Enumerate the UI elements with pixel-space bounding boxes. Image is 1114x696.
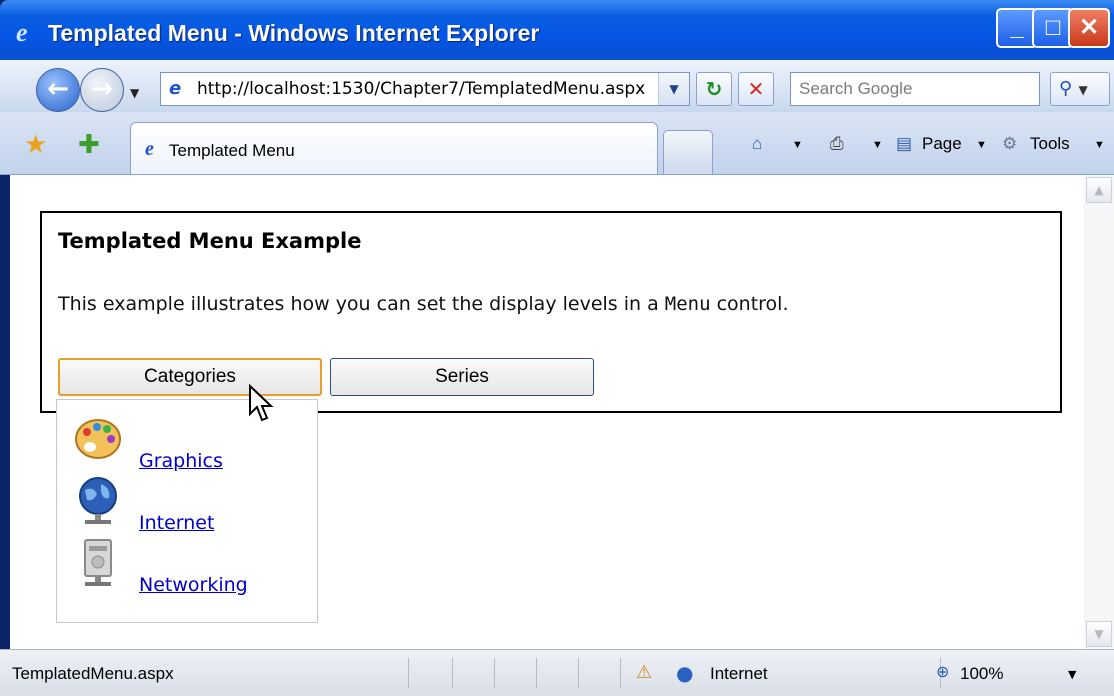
window-title: Templated Menu - Windows Internet Explor… bbox=[48, 20, 540, 46]
menu-item-series[interactable]: Series bbox=[330, 358, 594, 396]
submenu-link-networking[interactable]: Networking bbox=[139, 574, 248, 596]
menu-item-categories[interactable]: Categories bbox=[58, 358, 322, 396]
internet-zone-globe-icon: ● bbox=[676, 661, 694, 685]
home-dropdown-icon[interactable]: ▼ bbox=[792, 139, 803, 151]
ie-logo-icon: e bbox=[16, 18, 28, 47]
scroll-up-button[interactable]: ▲ bbox=[1086, 177, 1112, 203]
security-zone[interactable]: Internet bbox=[710, 664, 768, 684]
zoom-dropdown-icon[interactable]: ▼ bbox=[1068, 668, 1076, 681]
home-icon[interactable]: ⌂ bbox=[752, 134, 762, 154]
page-viewport: Templated Menu Example This example illu… bbox=[10, 175, 1084, 649]
tab-ie-icon: e bbox=[145, 138, 154, 160]
zoom-level[interactable]: 100% bbox=[960, 664, 1003, 684]
tab-label: Templated Menu bbox=[169, 141, 295, 160]
tab-templated-menu[interactable]: e Templated Menu bbox=[130, 122, 658, 174]
address-bar[interactable]: e http://localhost:1530/Chapter7/Templat… bbox=[160, 72, 690, 106]
submenu-item-networking[interactable]: Networking bbox=[69, 538, 309, 598]
submenu-link-internet[interactable]: Internet bbox=[139, 512, 214, 534]
address-toolbar: ← → ▼ e http://localhost:1530/Chapter7/T… bbox=[0, 60, 1114, 112]
address-input[interactable]: http://localhost:1530/Chapter7/Templated… bbox=[197, 79, 652, 99]
favorites-star-icon[interactable]: ★ bbox=[24, 130, 47, 160]
address-dropdown-button[interactable]: ▼ bbox=[658, 73, 689, 105]
categories-submenu: Graphics Internet Networking bbox=[56, 399, 318, 623]
search-options-dropdown-icon[interactable]: ▼ bbox=[1078, 83, 1087, 97]
page-icon-tool: ▤ bbox=[896, 134, 913, 153]
gear-icon: ⚙ bbox=[1002, 134, 1018, 153]
scroll-down-button[interactable]: ▼ bbox=[1086, 621, 1112, 647]
new-tab-button[interactable] bbox=[663, 130, 713, 174]
stop-button[interactable]: ✕ bbox=[738, 72, 774, 106]
page-heading: Templated Menu Example bbox=[58, 229, 362, 253]
print-icon[interactable]: ⎙ bbox=[830, 134, 844, 154]
close-button[interactable]: ✕ bbox=[1068, 8, 1110, 48]
forward-button[interactable]: → bbox=[80, 68, 124, 112]
submenu-link-graphics[interactable]: Graphics bbox=[139, 450, 223, 472]
title-bar: e Templated Menu - Windows Internet Expl… bbox=[0, 0, 1114, 60]
page-menu-button[interactable]: Page bbox=[922, 134, 962, 154]
recent-pages-dropdown-icon[interactable]: ▼ bbox=[130, 86, 139, 100]
page-description: This example illustrates how you can set… bbox=[58, 293, 789, 315]
refresh-button[interactable]: ↻ bbox=[696, 72, 732, 106]
tab-bar: ★ ✚ e Templated Menu ⌂ ▼ ⎙ ▼ ▤ Page ▼ ⚙ … bbox=[0, 112, 1114, 175]
page-icon: e bbox=[169, 78, 182, 99]
search-icon: ⚲ bbox=[1059, 78, 1073, 99]
submenu-item-internet[interactable]: Internet bbox=[69, 476, 309, 536]
add-favorites-icon[interactable]: ✚ bbox=[78, 130, 100, 160]
description-text-end: control. bbox=[710, 293, 789, 315]
page-dropdown-icon[interactable]: ▼ bbox=[976, 139, 987, 151]
print-dropdown-icon[interactable]: ▼ bbox=[872, 139, 883, 151]
mouse-cursor-icon bbox=[249, 384, 274, 422]
tools-menu-button[interactable]: Tools bbox=[1030, 134, 1070, 154]
zoom-icon: ⊕ bbox=[936, 662, 950, 681]
description-code: Menu bbox=[664, 293, 711, 315]
description-text: This example illustrates how you can set… bbox=[58, 293, 665, 315]
browser-window: e Templated Menu - Windows Internet Expl… bbox=[0, 0, 1114, 696]
vertical-scrollbar[interactable]: ▲ ▼ bbox=[1084, 175, 1114, 649]
server-icon bbox=[84, 539, 112, 586]
tools-dropdown-icon[interactable]: ▼ bbox=[1094, 139, 1105, 151]
back-button[interactable]: ← bbox=[36, 68, 80, 112]
search-input[interactable]: Search Google bbox=[790, 72, 1040, 106]
security-warning-icon[interactable]: ⚠ bbox=[636, 662, 652, 683]
globe-icon bbox=[79, 477, 117, 524]
status-text: TemplatedMenu.aspx bbox=[12, 664, 174, 683]
status-bar: TemplatedMenu.aspx ⚠ ● Internet ⊕ 100% ▼ bbox=[0, 649, 1114, 696]
search-button[interactable]: ⚲ ▼ bbox=[1050, 72, 1110, 106]
palette-icon bbox=[75, 419, 121, 459]
